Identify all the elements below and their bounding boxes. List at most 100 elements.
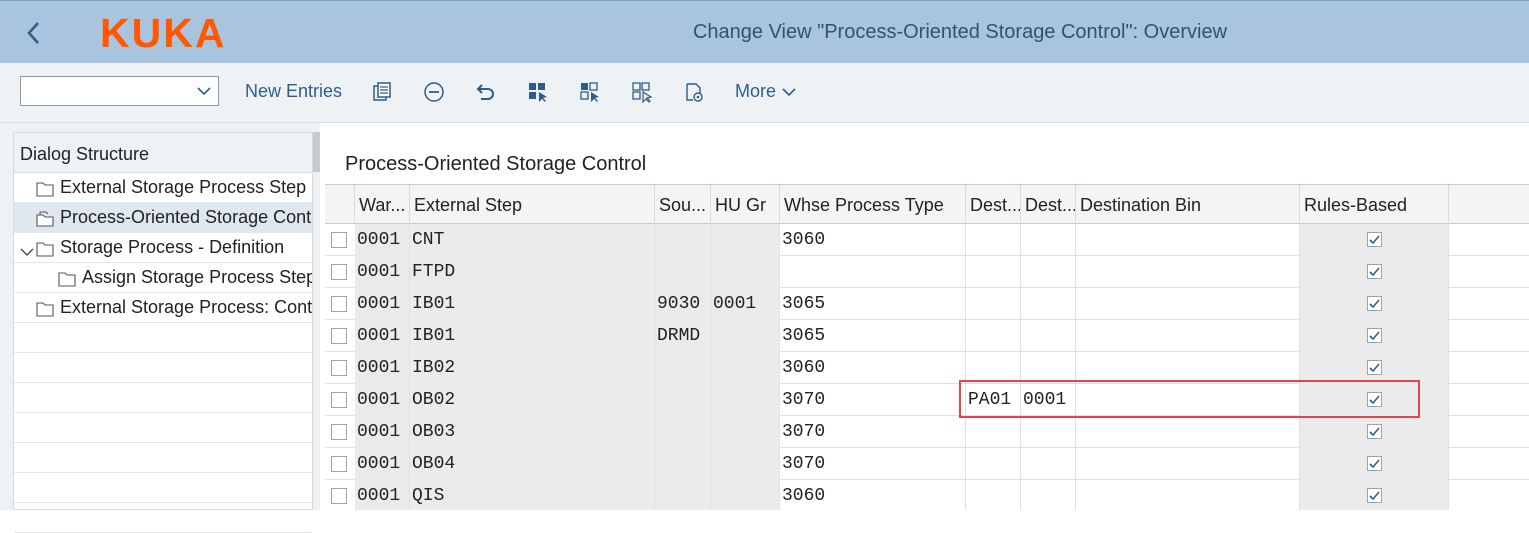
tree-item[interactable]: External Storage Process: Contr bbox=[14, 293, 312, 323]
col-dest-bin-cell[interactable] bbox=[1076, 448, 1300, 480]
expand-chevron-icon[interactable] bbox=[19, 242, 35, 262]
col-dest1-cell[interactable] bbox=[966, 256, 1021, 288]
col-dest-bin-header[interactable]: Destination Bin bbox=[1076, 185, 1300, 224]
row-selector[interactable] bbox=[331, 456, 347, 472]
col-process-type-cell[interactable]: 3060 bbox=[780, 224, 966, 256]
tree-item[interactable]: External Storage Process Step bbox=[14, 173, 312, 203]
col-dest2-cell[interactable] bbox=[1021, 288, 1076, 320]
check-icon bbox=[1369, 299, 1380, 309]
col-process-type-cell[interactable]: 3070 bbox=[780, 384, 966, 416]
col-process-type-cell[interactable]: 3070 bbox=[780, 416, 966, 448]
tree-scrollbar[interactable] bbox=[313, 132, 320, 172]
row-selector[interactable] bbox=[331, 360, 347, 376]
row-selector[interactable] bbox=[331, 296, 347, 312]
tree-item-label: Storage Process - Definition bbox=[60, 237, 285, 257]
col-source-cell bbox=[655, 256, 711, 288]
new-entries-button[interactable]: New Entries bbox=[245, 81, 342, 102]
col-dest-bin-cell[interactable] bbox=[1076, 320, 1300, 352]
rules-based-checkbox[interactable] bbox=[1367, 360, 1382, 375]
col-process-type-cell[interactable]: 3070 bbox=[780, 448, 966, 480]
tree-item[interactable]: Storage Process - Definition bbox=[14, 233, 312, 263]
col-process-type-cell[interactable]: 3065 bbox=[780, 320, 966, 352]
col-dest1-cell[interactable] bbox=[966, 416, 1021, 448]
col-dest1-header[interactable]: Dest... bbox=[966, 185, 1021, 224]
col-dest-bin-cell[interactable] bbox=[1076, 256, 1300, 288]
folder-icon bbox=[36, 301, 54, 322]
col-dest2-cell[interactable] bbox=[1021, 320, 1076, 352]
col-dest2-cell[interactable] bbox=[1021, 224, 1076, 256]
col-dest2-cell[interactable] bbox=[1021, 448, 1076, 480]
table-row: 0001 OB04 3070 bbox=[325, 448, 1529, 480]
rules-based-checkbox[interactable] bbox=[1367, 424, 1382, 439]
col-source-cell: DRMD bbox=[655, 320, 711, 352]
col-warehouse-cell: 0001 bbox=[355, 256, 410, 288]
col-dest2-cell[interactable] bbox=[1021, 256, 1076, 288]
col-dest-bin-cell[interactable] bbox=[1076, 224, 1300, 256]
select-block-icon[interactable] bbox=[579, 81, 601, 103]
col-process-type-header[interactable]: Whse Process Type bbox=[780, 185, 966, 224]
undo-icon[interactable] bbox=[475, 81, 497, 103]
col-dest2-cell[interactable] bbox=[1021, 416, 1076, 448]
table-title: Process-Oriented Storage Control bbox=[345, 153, 647, 175]
col-source-cell bbox=[655, 384, 711, 416]
tree-empty-row bbox=[14, 473, 312, 503]
col-hu-group-cell bbox=[711, 384, 780, 416]
col-dest-bin-cell[interactable] bbox=[1076, 480, 1300, 510]
select-all-header[interactable] bbox=[325, 185, 355, 224]
tree-item[interactable]: Process-Oriented Storage Contr bbox=[14, 203, 312, 233]
tree-empty-row bbox=[14, 323, 312, 353]
deselect-all-icon[interactable] bbox=[631, 81, 653, 103]
rules-based-checkbox[interactable] bbox=[1367, 488, 1382, 503]
rules-based-checkbox[interactable] bbox=[1367, 328, 1382, 343]
col-process-type-cell[interactable]: 3060 bbox=[780, 480, 966, 510]
col-dest2-header[interactable]: Dest... bbox=[1021, 185, 1076, 224]
table-row: 0001 CNT 3060 bbox=[325, 224, 1529, 256]
col-dest1-cell[interactable] bbox=[966, 224, 1021, 256]
check-icon bbox=[1369, 491, 1380, 501]
col-dest1-cell[interactable] bbox=[966, 480, 1021, 510]
variant-select[interactable] bbox=[20, 76, 219, 106]
chevron-down-icon bbox=[782, 88, 796, 97]
col-rules-based-header[interactable]: Rules-Based bbox=[1300, 185, 1449, 224]
tree-item[interactable]: Assign Storage Process Step bbox=[14, 263, 312, 293]
col-source-header[interactable]: Sou... bbox=[655, 185, 711, 224]
copy-icon[interactable] bbox=[371, 81, 393, 103]
col-process-type-cell[interactable]: 3060 bbox=[780, 352, 966, 384]
chevron-left-icon[interactable] bbox=[22, 19, 46, 47]
row-selector[interactable] bbox=[331, 488, 347, 504]
row-selector[interactable] bbox=[331, 392, 347, 408]
row-selector[interactable] bbox=[331, 264, 347, 280]
select-all-icon[interactable] bbox=[527, 81, 549, 103]
col-source-cell bbox=[655, 224, 711, 256]
col-hu-group-header[interactable]: HU Gr bbox=[711, 185, 780, 224]
folder-icon bbox=[58, 271, 76, 292]
col-dest1-cell[interactable] bbox=[966, 448, 1021, 480]
kuka-logo[interactable]: KUKA bbox=[100, 13, 226, 54]
col-dest1-cell[interactable] bbox=[966, 320, 1021, 352]
more-button[interactable]: More bbox=[735, 81, 797, 102]
col-external-step-cell: CNT bbox=[410, 224, 655, 256]
col-process-type-cell[interactable] bbox=[780, 256, 966, 288]
tree-empty-row bbox=[14, 413, 312, 443]
col-warehouse-header[interactable]: War... bbox=[355, 185, 410, 224]
settings-icon[interactable] bbox=[683, 81, 705, 103]
col-hu-group-cell bbox=[711, 320, 780, 352]
tree-empty-row bbox=[14, 443, 312, 473]
rules-based-checkbox[interactable] bbox=[1367, 264, 1382, 279]
col-dest1-cell[interactable] bbox=[966, 288, 1021, 320]
col-external-step-header[interactable]: External Step bbox=[410, 185, 655, 224]
rules-based-checkbox[interactable] bbox=[1367, 456, 1382, 471]
row-selector[interactable] bbox=[331, 424, 347, 440]
rules-based-checkbox[interactable] bbox=[1367, 232, 1382, 247]
rules-based-checkbox[interactable] bbox=[1367, 296, 1382, 311]
highlight-box bbox=[959, 380, 1420, 418]
col-dest-bin-cell[interactable] bbox=[1076, 416, 1300, 448]
col-dest-bin-cell[interactable] bbox=[1076, 288, 1300, 320]
row-selector[interactable] bbox=[331, 232, 347, 248]
col-process-type-cell[interactable]: 3065 bbox=[780, 288, 966, 320]
row-selector[interactable] bbox=[331, 328, 347, 344]
delete-icon[interactable] bbox=[423, 81, 445, 103]
table-row: 0001 IB01 9030 0001 3065 bbox=[325, 288, 1529, 320]
col-dest2-cell[interactable] bbox=[1021, 480, 1076, 510]
check-icon bbox=[1369, 235, 1380, 245]
